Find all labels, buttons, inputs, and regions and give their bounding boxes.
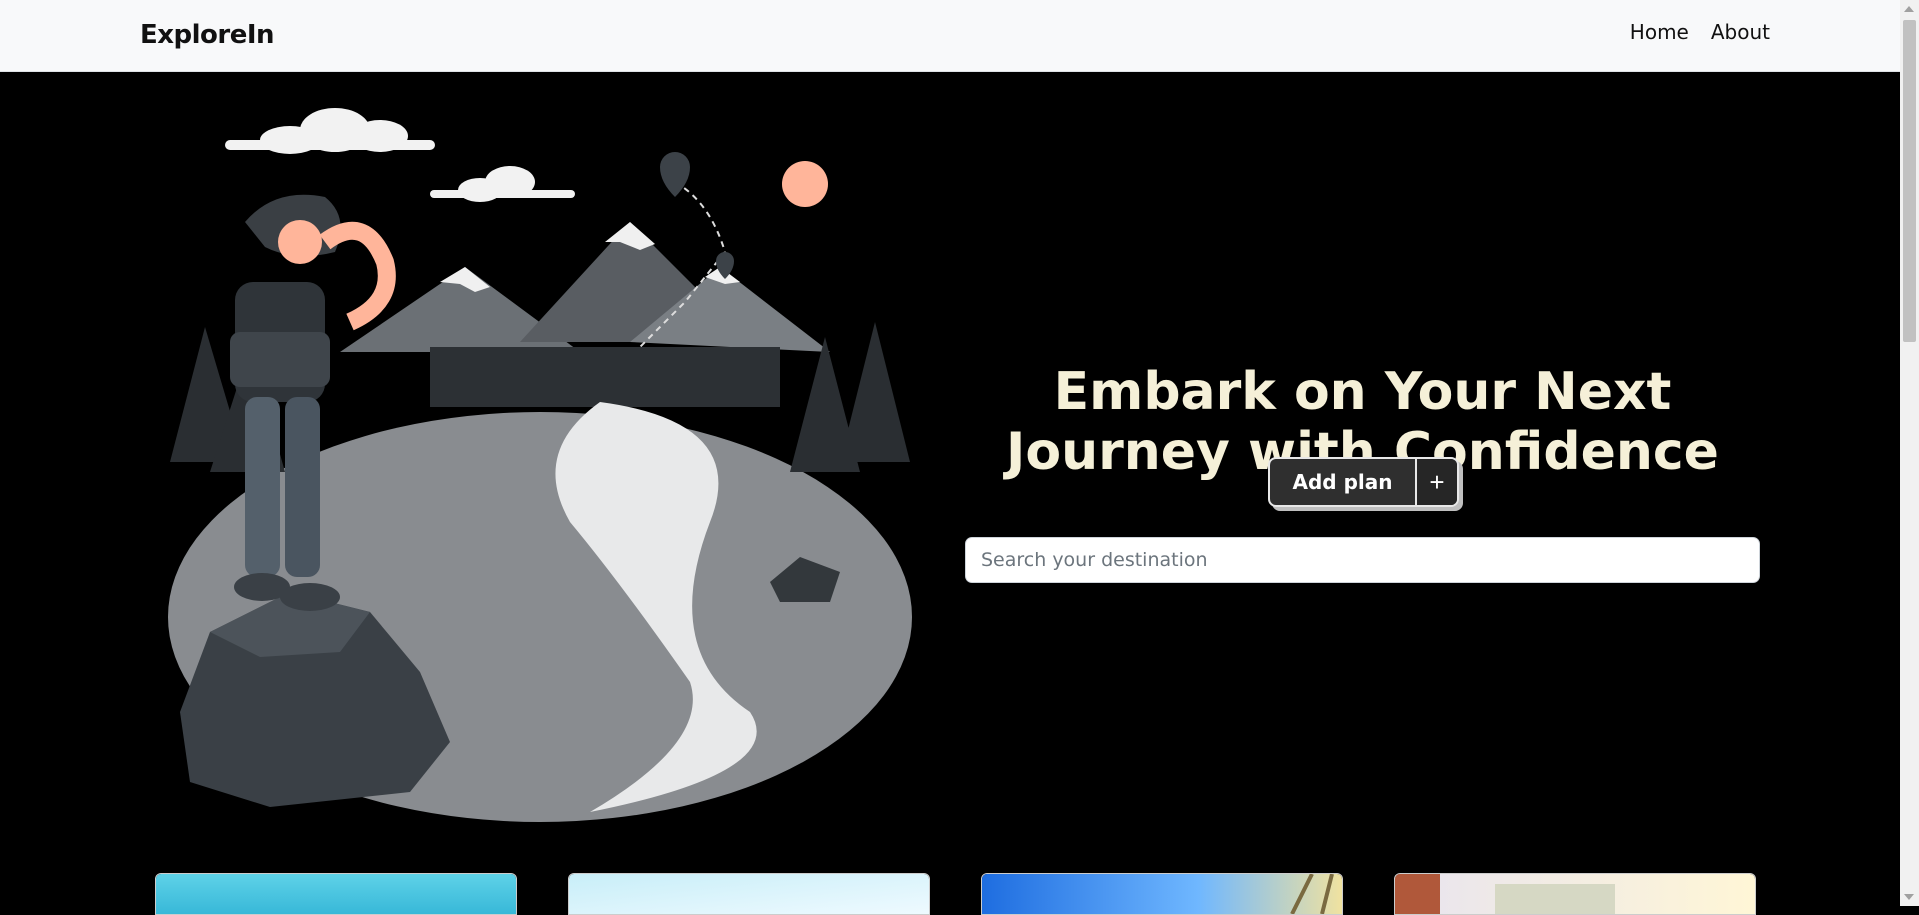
nav-link-about[interactable]: About (1711, 20, 1770, 44)
hero-section: Embark on Your Next Journey with Confide… (0, 72, 1900, 915)
scroll-down-icon[interactable] (1904, 894, 1914, 900)
top-navbar: ExploreIn Home About (0, 0, 1900, 72)
nav-link-home[interactable]: Home (1630, 20, 1689, 44)
destination-card[interactable] (155, 873, 517, 915)
destination-cards (155, 873, 1756, 915)
scroll-thumb[interactable] (1903, 20, 1916, 342)
scroll-up-icon[interactable] (1904, 6, 1914, 12)
page-scrollbar[interactable] (1900, 0, 1919, 906)
add-plan-label: Add plan (1292, 470, 1393, 494)
add-plan-button[interactable]: Add plan + (1268, 457, 1459, 507)
search-input[interactable] (965, 537, 1760, 583)
nav-links: Home About (1630, 20, 1770, 44)
plus-icon: + (1415, 459, 1457, 505)
ocean-image (156, 874, 516, 914)
cloud-icon (225, 108, 575, 202)
hiker-illustration (168, 108, 912, 822)
sun-icon (782, 161, 828, 207)
destination-card[interactable] (1394, 873, 1756, 915)
beach-image (569, 874, 929, 914)
destination-card[interactable] (568, 873, 930, 915)
destination-card[interactable] (981, 873, 1343, 915)
city-building-image (1395, 874, 1755, 914)
brand-logo[interactable]: ExploreIn (140, 20, 275, 50)
palm-sunset-image (982, 874, 1342, 914)
